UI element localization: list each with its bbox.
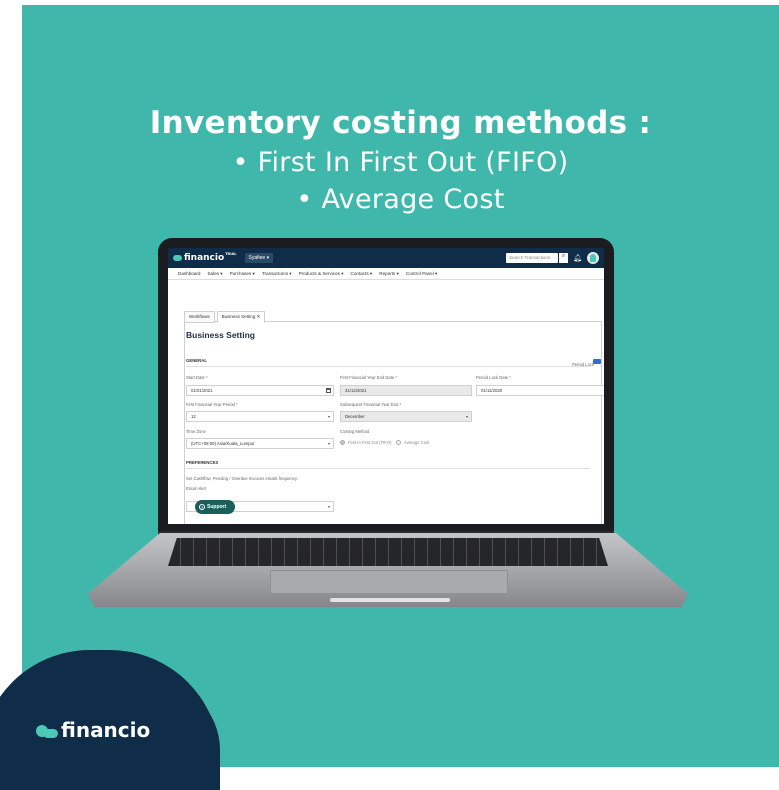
- section-preferences: PREFERENCES: [186, 460, 219, 465]
- page-title: Business Setting: [186, 330, 255, 340]
- start-date-label: Start Date *: [186, 375, 208, 380]
- laptop-screen: financio TRIAL Syafiee ▾ Search Transact…: [168, 248, 604, 524]
- trial-badge: TRIAL: [225, 252, 237, 256]
- section-general: GENERAL: [186, 358, 208, 363]
- cloud-icon: [36, 722, 58, 738]
- radio-average-cost[interactable]: [396, 440, 401, 445]
- calendar-icon[interactable]: [326, 388, 331, 393]
- help-icon: ?: [199, 504, 205, 510]
- costing-method-label: Costing Method: [340, 429, 370, 434]
- menu-transactions[interactable]: Transactions ▾: [262, 271, 292, 277]
- search-icon[interactable]: ⌕: [559, 253, 569, 263]
- headline: Inventory costing methods : • First In F…: [22, 105, 779, 215]
- email-alert-label: Email Alert: [186, 486, 207, 491]
- tab-workflows[interactable]: Workflows: [184, 311, 215, 323]
- menu-reports[interactable]: Reports ▾: [379, 271, 399, 277]
- support-button[interactable]: ? Support: [195, 500, 235, 514]
- laptop-trackpad: [270, 570, 508, 594]
- brand-logo: financio: [36, 718, 150, 742]
- tab-business-setting[interactable]: Business Setting ✕: [216, 311, 266, 323]
- menu-control-panel[interactable]: Control Panel ▾: [406, 271, 437, 277]
- content-panel: [184, 321, 602, 524]
- radio-average-cost-label: Average Cost: [404, 440, 430, 445]
- cloud-icon: [173, 255, 182, 261]
- radio-fifo[interactable]: [340, 440, 345, 445]
- brand-name: financio: [61, 718, 151, 742]
- avatar[interactable]: [587, 252, 599, 264]
- period-lock-date-label: Period Lock Date *: [476, 375, 511, 380]
- laptop-keyboard: [168, 538, 608, 566]
- subsequent-fy-label: Subsequent Financial Year End *: [340, 402, 402, 407]
- app-logo[interactable]: financio TRIAL: [173, 252, 237, 263]
- start-date-field[interactable]: 01/01/2021: [186, 385, 334, 396]
- fy-period-select[interactable]: 12 ▾: [186, 411, 334, 422]
- fy-period-label: First Financial Year Period *: [186, 402, 238, 407]
- tab-bar: Workflows Business Setting ✕: [184, 311, 267, 323]
- search-input[interactable]: Search Transactions: [506, 253, 559, 263]
- subsequent-fy-select[interactable]: December ▾: [340, 411, 472, 422]
- period-lock-date-field[interactable]: 01/11/2020: [476, 385, 604, 396]
- chevron-down-icon: ▾: [465, 414, 468, 419]
- bullet-average-cost: • Average Cost: [296, 184, 505, 215]
- chevron-down-icon: ▾: [327, 504, 330, 509]
- user-dropdown[interactable]: Syafiee ▾: [244, 253, 274, 263]
- menu-sales[interactable]: Sales ▾: [207, 271, 222, 277]
- app-topbar: financio TRIAL Syafiee ▾ Search Transact…: [168, 248, 604, 268]
- app-logo-text: financio: [184, 253, 225, 263]
- menu-purchases[interactable]: Purchases ▾: [230, 271, 255, 277]
- fy-end-field: 31/12/2021: [340, 385, 472, 396]
- laptop-front-edge: [330, 598, 450, 602]
- period-lock-toggle[interactable]: [593, 359, 601, 364]
- chevron-down-icon: ▾: [327, 414, 330, 419]
- fy-end-label: First Financial Year End Date *: [340, 375, 398, 380]
- menu-contacts[interactable]: Contacts ▾: [351, 271, 373, 277]
- headline-title: Inventory costing methods :: [149, 105, 652, 141]
- timezone-select[interactable]: (UTC+08:00) Asia/Kuala_Lumpur ▾: [186, 438, 334, 449]
- bell-icon[interactable]: 🔔︎: [573, 254, 582, 262]
- bullet-fifo: • First In First Out (FIFO): [232, 147, 569, 178]
- timezone-label: Time Zone: [186, 429, 206, 434]
- menu-products-services[interactable]: Products & Services ▾: [299, 271, 344, 277]
- preferences-description: Set Cashflow, Pending / Overdue Invoices…: [186, 476, 298, 481]
- chevron-down-icon: ▾: [327, 441, 330, 446]
- radio-fifo-label: First In First Out (FIFO): [348, 440, 392, 445]
- main-menu: Dashboard Sales ▾ Purchases ▾ Transactio…: [168, 268, 604, 280]
- menu-dashboard[interactable]: Dashboard: [178, 271, 200, 276]
- period-lock-label: Period Lock: [572, 362, 595, 367]
